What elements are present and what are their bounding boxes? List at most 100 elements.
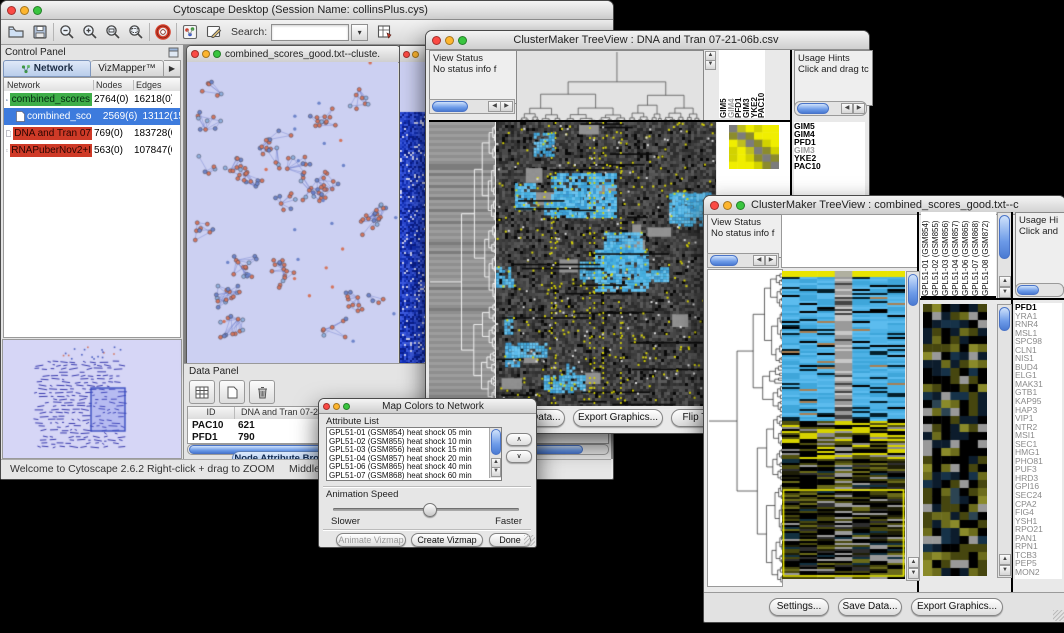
new-attribute-button[interactable] bbox=[219, 380, 245, 404]
control-panel: Control Panel Network VizMapper™ ▶ Netwo… bbox=[1, 45, 184, 459]
network-row-combined-sco-selected[interactable]: combined_sco 2569(6) 13112(15) bbox=[4, 108, 180, 125]
network-doc-icon bbox=[16, 111, 25, 122]
main-title-bar[interactable]: Cytoscape Desktop (Session Name: collins… bbox=[1, 1, 613, 20]
close-icon[interactable] bbox=[323, 403, 330, 410]
attribute-items[interactable]: GPL51-01 (GSM854) heat shock 05 minGPL51… bbox=[329, 429, 489, 480]
new-document-icon bbox=[227, 386, 238, 399]
col-header-edges[interactable]: Edges bbox=[134, 80, 180, 90]
zoom-fit-icon[interactable] bbox=[127, 23, 145, 41]
search-input[interactable] bbox=[271, 24, 349, 41]
vizmapper-icon[interactable] bbox=[181, 23, 199, 41]
tv1-usage-hints: Usage HintsClick and drag tc bbox=[794, 50, 873, 106]
zoom-selected-icon[interactable] bbox=[104, 23, 122, 41]
network-doc-icon bbox=[6, 145, 8, 156]
tab-network[interactable]: Network bbox=[3, 60, 91, 77]
close-icon[interactable] bbox=[710, 201, 719, 210]
create-vizmap-button[interactable]: Create Vizmap bbox=[411, 533, 483, 547]
tv1-usage-hints-scrollbar[interactable]: ◀ ▶ bbox=[794, 101, 867, 116]
network-row-dna-tran[interactable]: DNA and Tran 07 769(0) 183728(0) bbox=[4, 125, 180, 142]
tv2-usage-hints-scrollbar[interactable] bbox=[1015, 283, 1064, 297]
move-down-button[interactable]: ∨ bbox=[506, 450, 532, 463]
save-icon[interactable] bbox=[31, 23, 49, 41]
move-up-button[interactable]: ∧ bbox=[506, 433, 532, 446]
animation-speed-slider[interactable] bbox=[333, 508, 519, 511]
resize-grip[interactable] bbox=[1053, 610, 1064, 621]
tv1-col-scroll-down[interactable]: ▼ bbox=[705, 60, 716, 70]
float-panel-icon[interactable] bbox=[168, 47, 179, 58]
tv1-export-graphics-button[interactable]: Export Graphics... bbox=[573, 409, 663, 427]
col-header-network[interactable]: Network bbox=[4, 80, 94, 90]
resize-grip[interactable] bbox=[524, 535, 535, 546]
tv2-heatmap-canvas[interactable] bbox=[782, 271, 905, 579]
animate-vizmap-button[interactable]: Animate Vizmap bbox=[336, 533, 406, 547]
dialog-title-bar[interactable]: Map Colors to Network bbox=[319, 399, 536, 414]
zoom-window-icon[interactable] bbox=[458, 36, 467, 45]
tab-overflow-button[interactable]: ▶ bbox=[164, 60, 181, 77]
birdseye-view-canvas[interactable] bbox=[2, 339, 182, 459]
network-view-window: combined_scores_good.txt--cluste... bbox=[186, 45, 401, 373]
treeview1-title-bar[interactable]: ClusterMaker TreeView : DNA and Tran 07-… bbox=[426, 31, 869, 50]
close-icon[interactable] bbox=[191, 50, 199, 58]
zoom-out-icon[interactable] bbox=[58, 23, 76, 41]
zoom-in-icon[interactable] bbox=[81, 23, 99, 41]
select-attributes-button[interactable] bbox=[189, 380, 215, 404]
tv2-collabel-scrollbar[interactable]: ▲ ▼ bbox=[997, 212, 1012, 300]
tab-vizmapper[interactable]: VizMapper™ bbox=[91, 60, 164, 77]
tv2-buttons-bar: Settings... Save Data... Export Graphics… bbox=[704, 592, 1064, 622]
attribute-table-icon[interactable] bbox=[376, 23, 394, 41]
tv2-column-labels[interactable]: GPL51-01 (GSM854)GPL51-02 (GSM855)GPL51-… bbox=[921, 212, 996, 298]
tv2-detail-scrollbar[interactable]: ▲ ▼ bbox=[997, 304, 1012, 578]
zoom-window-icon[interactable] bbox=[736, 201, 745, 210]
minimize-icon[interactable] bbox=[20, 6, 29, 15]
tv1-similarity-matrix[interactable] bbox=[729, 125, 779, 169]
network-row-rnapubernov2[interactable]: RNAPuberNov2+I 563(0) 107847(0) bbox=[4, 142, 180, 159]
attribute-listbox[interactable]: GPL51-01 (GSM854) heat shock 05 minGPL51… bbox=[326, 427, 502, 481]
tv1-view-status-scrollbar[interactable]: ◀ ▶ bbox=[429, 99, 515, 114]
minimize-icon[interactable] bbox=[723, 201, 732, 210]
tv2-detail-heatmap[interactable] bbox=[923, 304, 987, 576]
tv1-heatmap-canvas[interactable] bbox=[496, 122, 716, 406]
window-controls bbox=[1, 6, 48, 15]
slower-label: Slower bbox=[331, 516, 360, 527]
tv2-save-data-button[interactable]: Save Data... bbox=[838, 598, 902, 616]
data-col-id[interactable]: ID bbox=[188, 407, 235, 419]
tv2-view-status-scrollbar[interactable]: ◀ ▶ bbox=[707, 253, 779, 268]
network-view-title-bar[interactable]: combined_scores_good.txt--cluste... bbox=[187, 46, 400, 63]
zoom-window-icon[interactable] bbox=[213, 50, 221, 58]
tv2-gene-list[interactable]: PFD1YRA1RNR4MSL1SPC98CLN1NIS1BUD4ELG1MAK… bbox=[1015, 303, 1062, 579]
help-lifesaver-icon[interactable] bbox=[154, 23, 172, 41]
minimize-icon[interactable] bbox=[333, 403, 340, 410]
close-icon[interactable] bbox=[7, 6, 16, 15]
minimize-icon[interactable] bbox=[202, 50, 210, 58]
control-panel-title: Control Panel bbox=[5, 47, 66, 58]
network-canvas[interactable] bbox=[187, 62, 398, 371]
annotation-icon[interactable] bbox=[205, 23, 223, 41]
tv2-settings-button[interactable]: Settings... bbox=[769, 598, 829, 616]
minimize-icon[interactable] bbox=[412, 51, 419, 58]
col-header-nodes[interactable]: Nodes bbox=[94, 80, 134, 90]
animation-speed-label: Animation Speed bbox=[326, 489, 398, 500]
close-icon[interactable] bbox=[432, 36, 441, 45]
tv1-column-dendrogram[interactable] bbox=[516, 50, 704, 122]
zoom-window-icon[interactable] bbox=[343, 403, 350, 410]
tv2-heatmap-scrollbar[interactable]: ▲ ▼ bbox=[906, 271, 920, 581]
tv2-export-graphics-button[interactable]: Export Graphics... bbox=[911, 598, 1003, 616]
zoom-window-icon[interactable] bbox=[33, 6, 42, 15]
tv1-row-label: PAC10 bbox=[794, 162, 865, 170]
tv1-row-dendrogram[interactable] bbox=[429, 122, 495, 406]
close-icon[interactable] bbox=[403, 51, 410, 58]
tv2-row-dendrogram[interactable] bbox=[707, 269, 783, 587]
network-doc-icon bbox=[6, 128, 11, 139]
tv1-column-labels[interactable]: GIM5 GIM4 PFD1 GIM3 YKE2 PAC10 bbox=[719, 50, 765, 118]
open-folder-icon[interactable] bbox=[7, 23, 25, 41]
attribute-list-scrollbar[interactable]: ▲ ▼ bbox=[489, 428, 501, 478]
dialog-title: Map Colors to Network bbox=[354, 401, 512, 412]
search-dropdown-button[interactable]: ▾ bbox=[351, 24, 368, 41]
main-window-title: Cytoscape Desktop (Session Name: collins… bbox=[48, 4, 553, 16]
tv1-col-label: GIM3 bbox=[742, 50, 750, 118]
dense-network-canvas[interactable] bbox=[400, 62, 428, 371]
network-row-combined-scores[interactable]: combined_scores 2764(0) 16218(0) bbox=[4, 91, 180, 108]
delete-attribute-button[interactable] bbox=[249, 380, 275, 404]
slider-thumb[interactable] bbox=[423, 503, 437, 517]
minimize-icon[interactable] bbox=[445, 36, 454, 45]
